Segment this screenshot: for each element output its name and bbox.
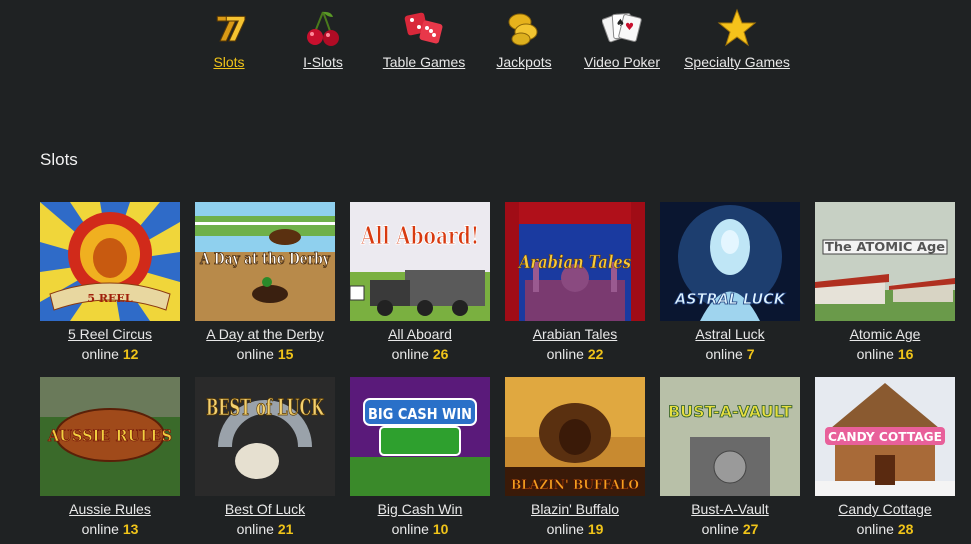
game-name[interactable]: Blazin' Buffalo [505, 501, 645, 517]
online-count: online 7 [705, 346, 755, 362]
thumb-title: 5 REEL [87, 292, 132, 305]
nav-item-table-games[interactable]: Table Games [382, 8, 466, 70]
dice-icon [404, 12, 443, 44]
online-count: online 22 [546, 346, 604, 362]
thumb-title: ASTRAL LUCK [674, 290, 786, 308]
online-count: online 26 [391, 346, 449, 362]
svg-text:7: 7 [224, 10, 248, 48]
game-name[interactable]: 5 Reel Circus [40, 326, 180, 342]
nav-item-jackpots[interactable]: Jackpots [496, 8, 552, 70]
game-tile-a-day-at-the-derby[interactable]: A Day at the Derby A Day at the Derby on… [195, 202, 335, 362]
nav-label: Slots [213, 54, 245, 70]
game-name[interactable]: Big Cash Win [350, 501, 490, 517]
playing-cards-icon: ♥ ♠ [602, 13, 642, 43]
game-thumbnail[interactable]: BIG CASH WIN [350, 377, 490, 496]
game-name[interactable]: All Aboard [350, 326, 490, 342]
nav-item-specialty-games[interactable]: Specialty Games [683, 8, 791, 70]
online-count: online 16 [856, 346, 914, 362]
game-tile-astral-luck[interactable]: ASTRAL LUCK Astral Luck online 7 [660, 202, 800, 362]
game-tile-atomic-age[interactable]: The ATOMIC Age Atomic Age online 16 [815, 202, 955, 362]
online-count: online 21 [236, 521, 294, 537]
game-thumbnail[interactable]: AUSSIE RULES [40, 377, 180, 496]
game-thumbnail[interactable]: ASTRAL LUCK [660, 202, 800, 321]
game-name[interactable]: Atomic Age [815, 326, 955, 342]
online-count: online 10 [391, 521, 449, 537]
game-name[interactable]: Arabian Tales [505, 326, 645, 342]
game-tile-blazin-buffalo[interactable]: BLAZIN' BUFFALO Blazin' Buffalo online 1… [505, 377, 645, 537]
game-name[interactable]: Astral Luck [660, 326, 800, 342]
thumb-title: BEST of LUCK [206, 395, 325, 421]
star-icon [717, 8, 757, 47]
online-count: online 27 [701, 521, 759, 537]
game-tile-arabian-tales[interactable]: Arabian Tales Arabian Tales online 22 [505, 202, 645, 362]
thumb-title: A Day at the Derby [199, 249, 330, 268]
thumb-title: All Aboard! [360, 221, 479, 250]
nav-item-i-slots[interactable]: I-Slots [298, 8, 348, 70]
nav-label: Specialty Games [684, 54, 790, 70]
online-count: online 28 [856, 521, 914, 537]
online-count: online 15 [236, 346, 294, 362]
game-name[interactable]: A Day at the Derby [195, 326, 335, 342]
cherries-icon [307, 11, 339, 46]
nav-label: I-Slots [303, 54, 343, 70]
online-count: online 19 [546, 521, 604, 537]
nav-label: Video Poker [583, 54, 660, 70]
game-thumbnail[interactable]: The ATOMIC Age [815, 202, 955, 321]
game-tile-best-of-luck[interactable]: BEST of LUCK Best Of Luck online 21 [195, 377, 335, 537]
section-title: Slots [40, 150, 78, 169]
nav-item-video-poker[interactable]: ♥ ♠ Video Poker [582, 8, 662, 70]
game-name[interactable]: Bust-A-Vault [660, 501, 800, 517]
game-thumbnail[interactable]: 5 REEL [40, 202, 180, 321]
nav-label: Jackpots [496, 54, 552, 70]
thumb-title: BLAZIN' BUFFALO [511, 478, 639, 493]
game-thumbnail[interactable]: BUST-A-VAULT [660, 377, 800, 496]
game-tile-bust-a-vault[interactable]: BUST-A-VAULT Bust-A-Vault online 27 [660, 377, 800, 537]
thumb-title: The ATOMIC Age [825, 240, 945, 254]
game-name[interactable]: Aussie Rules [40, 501, 180, 517]
thumb-title: AUSSIE RULES [47, 426, 172, 445]
game-thumbnail[interactable]: CANDY COTTAGE [815, 377, 955, 496]
thumb-title: BUST-A-VAULT [668, 402, 792, 421]
game-tile-all-aboard[interactable]: All Aboard! All Aboard online 26 [350, 202, 490, 362]
lucky-seven-icon: 7 7 [215, 10, 249, 49]
gold-coins-icon [508, 13, 538, 46]
game-thumbnail[interactable]: BLAZIN' BUFFALO [505, 377, 645, 496]
game-thumbnail[interactable]: BEST of LUCK [195, 377, 335, 496]
game-tile-5-reel-circus[interactable]: 5 REEL 5 Reel Circus online 12 [40, 202, 180, 362]
game-thumbnail[interactable]: All Aboard! [350, 202, 490, 321]
thumb-title: Arabian Tales [517, 252, 631, 273]
thumb-title: CANDY COTTAGE [828, 430, 942, 444]
thumb-title: BIG CASH WIN [368, 405, 472, 423]
nav-item-slots[interactable]: 7 7 Slots [205, 8, 253, 71]
svg-text:♠: ♠ [616, 18, 625, 29]
online-count: online 13 [81, 521, 139, 537]
category-nav: 7 7 Slots I-Slots Table Games Jackpots ♥… [0, 0, 971, 80]
game-thumbnail[interactable]: Arabian Tales [505, 202, 645, 321]
svg-text:♥: ♥ [625, 22, 634, 33]
game-name[interactable]: Candy Cottage [815, 501, 955, 517]
game-tile-candy-cottage[interactable]: CANDY COTTAGE Candy Cottage online 28 [815, 377, 955, 537]
game-name[interactable]: Best Of Luck [195, 501, 335, 517]
nav-label: Table Games [382, 54, 466, 70]
online-count: online 12 [81, 346, 139, 362]
game-thumbnail[interactable]: A Day at the Derby [195, 202, 335, 321]
game-tile-aussie-rules[interactable]: AUSSIE RULES Aussie Rules online 13 [40, 377, 180, 537]
game-tile-big-cash-win[interactable]: BIG CASH WIN Big Cash Win online 10 [350, 377, 490, 537]
